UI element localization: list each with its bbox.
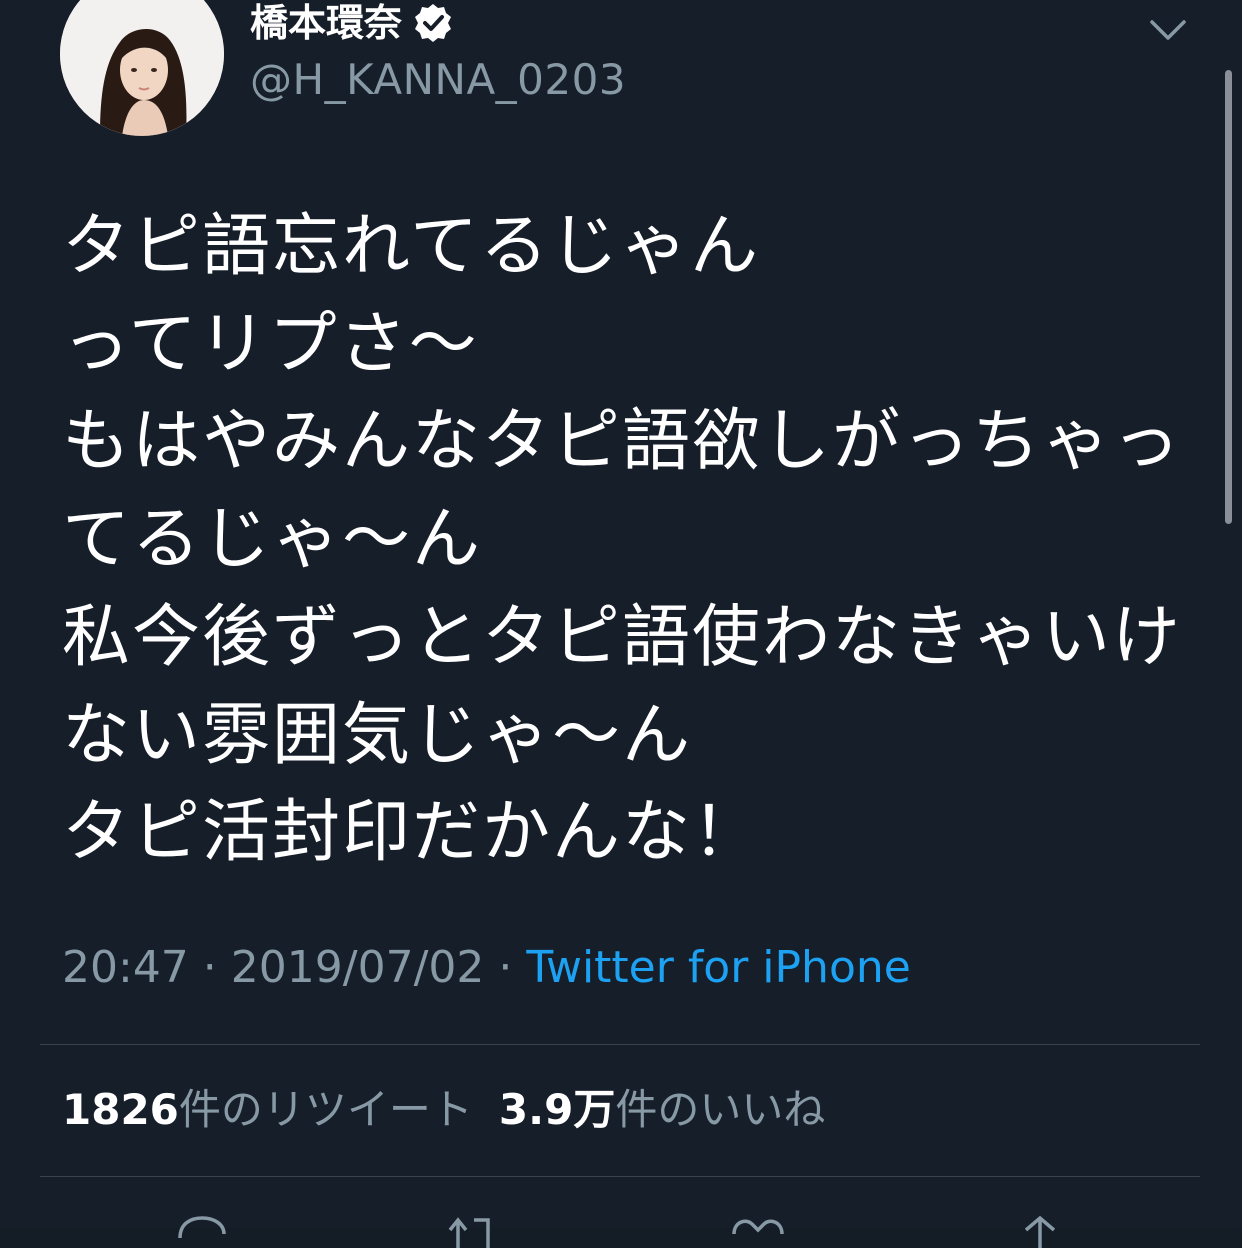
profile-photo — [60, 0, 224, 136]
tweet-text: タピ語忘れてるじゃん ってリプさ〜 もはやみんなタピ語欲しがっちゃっ てるじゃ〜… — [62, 198, 1192, 882]
like-stat[interactable]: 3.9万件のいいね — [499, 1085, 825, 1134]
tweet-line: 私今後ずっとタピ語使わなきゃいけ — [62, 597, 1183, 677]
heart-icon[interactable] — [728, 1208, 788, 1248]
engagement-stats: 1826件のリツイート 3.9万件のいいね — [62, 1080, 825, 1140]
tweet-action-bar — [0, 1208, 1242, 1248]
tweet-time: 20:47 — [62, 942, 189, 993]
tweet-line: もはやみんなタピ語欲しがっちゃっ — [62, 402, 1183, 482]
retweet-label: 件のリツイート — [178, 1085, 473, 1134]
tweet-line: タピ語忘れてるじゃん — [62, 207, 760, 286]
tweet-line: ってリプさ〜 — [62, 304, 479, 384]
retweet-count: 1826 — [62, 1085, 179, 1134]
divider — [40, 1176, 1200, 1177]
meta-separator: · — [484, 942, 527, 993]
share-icon[interactable] — [1010, 1208, 1070, 1248]
tweet-line: ない雰囲気じゃ〜ん — [62, 695, 693, 775]
scrollbar[interactable] — [1225, 70, 1232, 524]
tweet-meta: 20:47 · 2019/07/02 · Twitter for iPhone — [62, 938, 911, 998]
avatar[interactable] — [60, 0, 224, 136]
chevron-down-icon[interactable] — [1148, 12, 1188, 46]
tweet-source-link[interactable]: Twitter for iPhone — [526, 942, 910, 993]
tweet-detail-screen: 橋本環奈 @H_KANNA_0203 タピ語忘れてるじゃん ってリプさ〜 もはや… — [0, 0, 1242, 1248]
like-label: 件のいいね — [615, 1085, 826, 1134]
display-name-row[interactable]: 橋本環奈 — [250, 0, 454, 46]
tweet-date: 2019/07/02 — [230, 942, 485, 993]
reply-icon[interactable] — [172, 1208, 232, 1248]
verified-icon — [415, 4, 452, 42]
retweet-stat[interactable]: 1826件のリツイート — [62, 1085, 473, 1134]
user-handle[interactable]: @H_KANNA_0203 — [250, 54, 626, 106]
tweet-line: タピ活封印だかんな！ — [62, 793, 763, 873]
like-count: 3.9万 — [498, 1085, 616, 1134]
divider — [40, 1044, 1200, 1045]
meta-separator: · — [188, 942, 231, 993]
retweet-icon[interactable] — [444, 1208, 504, 1248]
display-name: 橋本環奈 — [250, 1, 403, 45]
tweet-line: てるじゃ〜ん — [62, 500, 483, 580]
